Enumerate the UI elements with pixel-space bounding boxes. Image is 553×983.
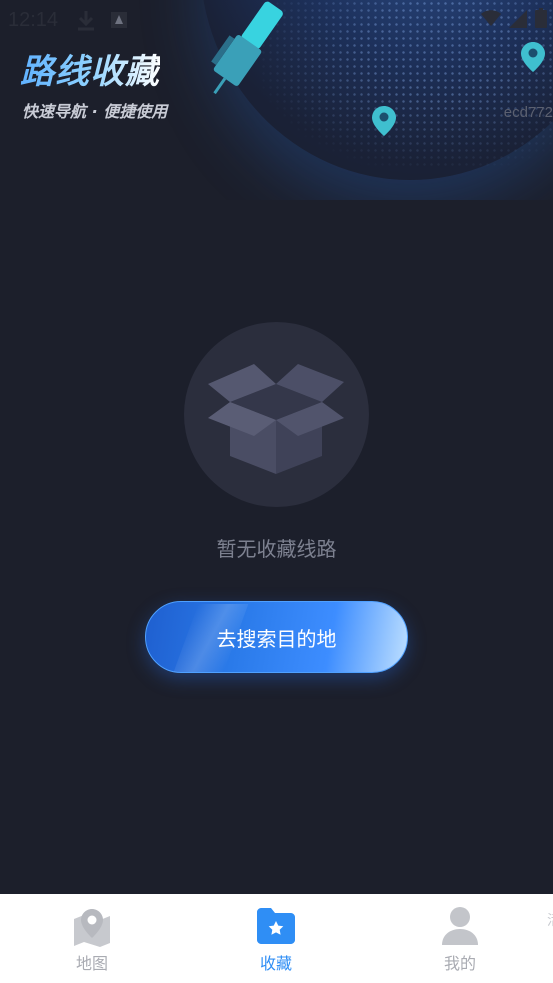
search-destination-label: 去搜索目的地 xyxy=(216,626,337,651)
empty-box-icon xyxy=(208,364,344,474)
tab-map-label: 地图 xyxy=(75,954,108,973)
tab-favorites[interactable]: 收藏 xyxy=(216,894,336,983)
header-banner: 12:14 路线收藏 快速导航 · 便捷使用 ecd772 xyxy=(0,0,553,200)
search-destination-button[interactable]: 去搜索目的地 xyxy=(145,601,408,673)
tab-map[interactable]: 地图 xyxy=(32,894,152,983)
download-icon xyxy=(78,11,95,31)
device-id-label: ecd772 xyxy=(503,104,553,121)
page-title: 路线收藏 xyxy=(20,44,160,93)
wifi-icon xyxy=(481,10,501,26)
tab-favorites-label: 收藏 xyxy=(259,954,292,973)
status-time: 12:14 xyxy=(8,8,59,31)
folder-star-icon xyxy=(257,908,295,944)
partial-tab-label: 活 xyxy=(547,912,553,930)
map-pin-icon xyxy=(74,909,110,947)
empty-state-message: 暂无收藏线路 xyxy=(216,537,337,561)
empty-state-illustration xyxy=(184,322,369,507)
tab-profile-label: 我的 xyxy=(443,954,476,973)
page-subtitle: 快速导航 · 便捷使用 xyxy=(22,102,168,121)
person-icon xyxy=(442,907,478,945)
status-bar: 12:14 xyxy=(0,0,553,40)
tab-profile[interactable]: 我的 xyxy=(400,894,520,983)
signal-icon xyxy=(509,10,527,28)
location-pin-icon xyxy=(521,42,545,72)
location-pin-icon xyxy=(372,106,396,136)
battery-icon xyxy=(535,8,547,28)
notification-icon xyxy=(111,12,128,28)
bottom-tab-bar: 地图 收藏 我的 xyxy=(0,894,553,983)
